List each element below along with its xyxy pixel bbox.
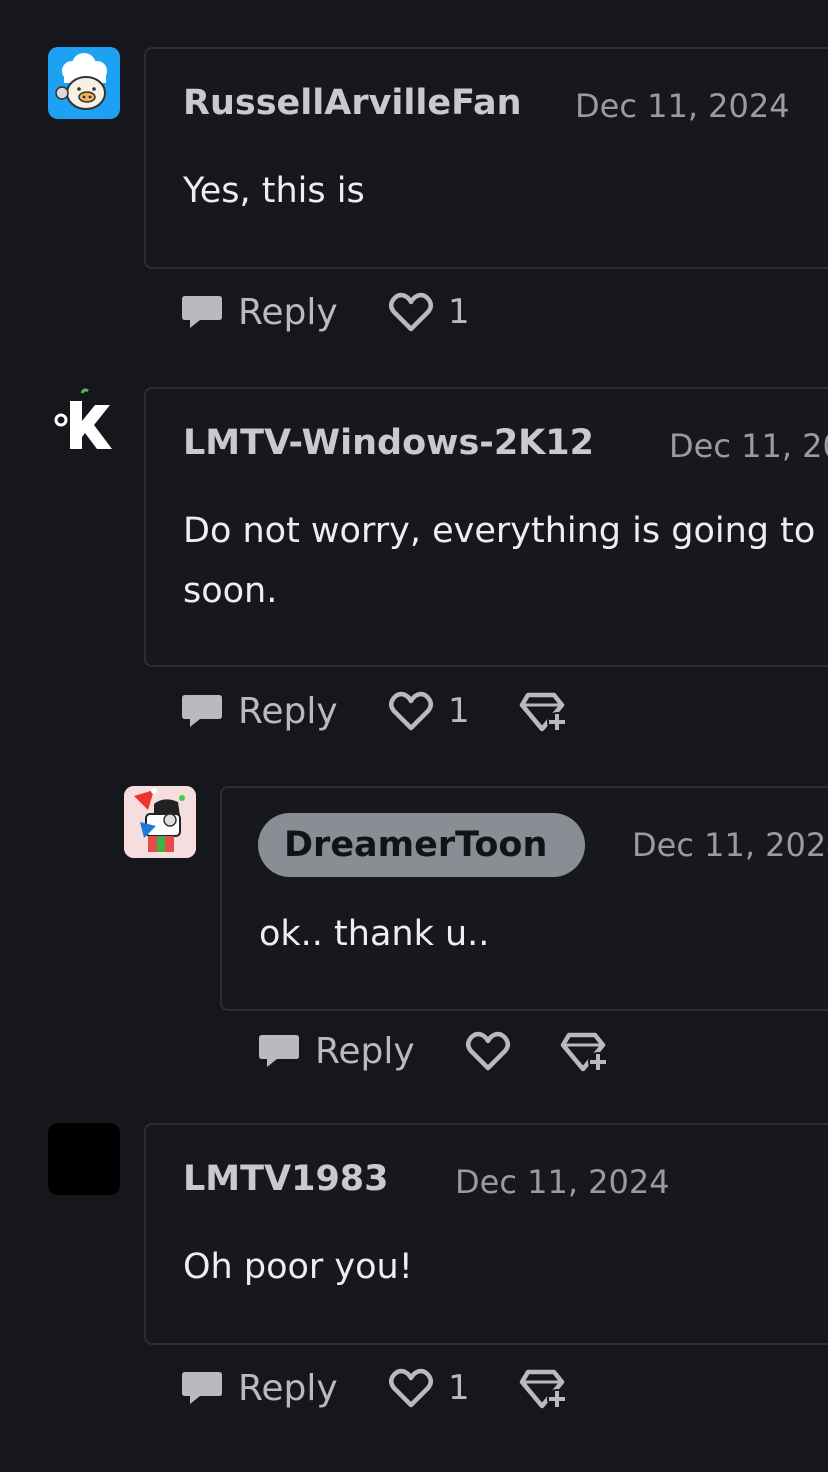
comment-card: RussellArvilleFan Dec 11, 2024 Yes, this… [144, 47, 828, 269]
comment-date: Dec 11, 2024 [669, 427, 828, 465]
comment-body: Oh poor you! [183, 1247, 413, 1287]
comment-date: Dec 11, 2024 [575, 87, 790, 125]
comment-date: Dec 11, 2024 [455, 1163, 670, 1201]
like-button[interactable]: 1 [388, 681, 470, 741]
like-button[interactable]: 1 [388, 1358, 470, 1418]
reply-icon [182, 695, 222, 727]
gift-button[interactable] [518, 1358, 568, 1418]
reply-label: Reply [238, 690, 338, 732]
comment-username-highlighted[interactable]: DreamerToon [258, 813, 586, 877]
reply-button[interactable]: Reply [180, 681, 338, 741]
comments-thread: RussellArvilleFan Dec 11, 2024 Yes, this… [0, 0, 828, 1472]
like-count: 1 [448, 292, 470, 332]
k-logo-icon [54, 388, 112, 449]
reply-button[interactable]: Reply [180, 282, 338, 342]
comment-username[interactable]: LMTV1983 [183, 1159, 389, 1199]
comment-actions: Reply 1 [180, 282, 780, 342]
reply-label: Reply [238, 1367, 338, 1409]
gem-plus-icon [519, 692, 567, 732]
comment-card: LMTV-Windows-2K12 Dec 11, 2024 Do not wo… [144, 387, 828, 667]
reply-icon [182, 296, 222, 328]
reply-card: DreamerToon Dec 11, 2024 ok.. thank u.. [220, 786, 828, 1011]
reply-label: Reply [238, 291, 338, 333]
comment-actions: Reply 1 [180, 681, 780, 741]
character-avatar-icon [124, 786, 196, 858]
gem-plus-icon [519, 1369, 567, 1409]
heart-icon [389, 1368, 433, 1408]
avatar[interactable] [124, 786, 196, 858]
like-button[interactable] [465, 1021, 525, 1081]
comment-body: soon. [183, 571, 278, 611]
like-button[interactable]: 1 [388, 282, 470, 342]
heart-icon [466, 1031, 510, 1071]
comment-body: Do not worry, everything is going to [183, 511, 816, 551]
comment-date: Dec 11, 2024 [632, 826, 828, 864]
comment-actions: Reply [257, 1021, 817, 1081]
reply-icon [182, 1372, 222, 1404]
avatar[interactable] [48, 47, 120, 119]
reply-button[interactable]: Reply [257, 1021, 415, 1081]
comment-actions: Reply 1 [180, 1358, 780, 1418]
gift-button[interactable] [559, 1021, 609, 1081]
comment-body: ok.. thank u.. [259, 914, 490, 954]
like-count: 1 [448, 1368, 470, 1408]
reply-icon [259, 1035, 299, 1067]
heart-icon [389, 691, 433, 731]
comment-body: Yes, this is [183, 171, 365, 211]
reply-label: Reply [315, 1030, 415, 1072]
comment-username[interactable]: LMTV-Windows-2K12 [183, 423, 594, 463]
gift-button[interactable] [518, 681, 568, 741]
comment-username[interactable]: RussellArvilleFan [183, 83, 522, 123]
gem-plus-icon [560, 1032, 608, 1072]
comment-card: LMTV1983 Dec 11, 2024 Oh poor you! [144, 1123, 828, 1345]
avatar[interactable] [48, 1123, 120, 1195]
heart-icon [389, 292, 433, 332]
chef-pig-icon [55, 53, 107, 110]
reply-button[interactable]: Reply [180, 1358, 338, 1418]
like-count: 1 [448, 691, 470, 731]
avatar[interactable] [48, 387, 120, 459]
